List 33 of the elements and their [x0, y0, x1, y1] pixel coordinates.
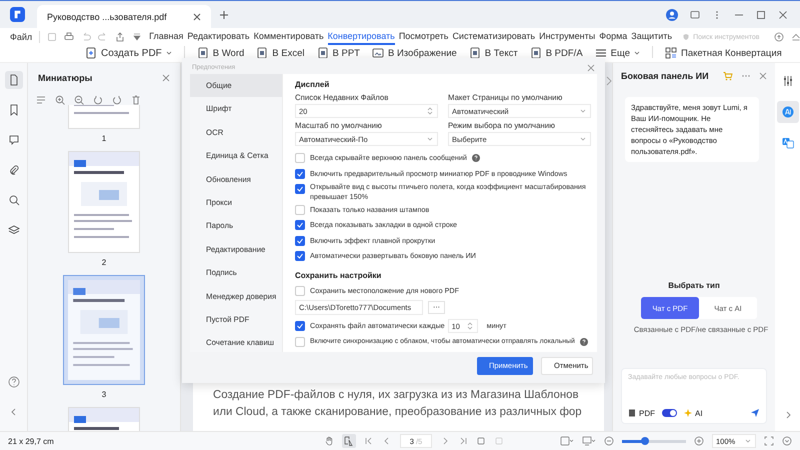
page-number: 3	[102, 390, 106, 399]
convert-button[interactable]: В PPT	[316, 46, 360, 60]
menu-tab[interactable]: Инструменты	[539, 29, 596, 45]
convert-button[interactable]: В Word	[196, 46, 244, 60]
menu-tab[interactable]: Форма	[599, 29, 628, 45]
section-title: Сохранить настройки	[295, 270, 382, 280]
page-number: 2	[102, 258, 106, 267]
menu-tab[interactable]: Комментировать	[254, 29, 324, 45]
page-number: 1	[102, 134, 106, 143]
convert-button[interactable]: В PDF/A	[530, 46, 583, 60]
create-pdf-button[interactable]: Создать PDF	[85, 46, 172, 60]
menu-tab[interactable]: Посмотреть	[398, 29, 448, 45]
menu-tab[interactable]: Конвертировать	[328, 29, 395, 45]
choose-type-label: Выбрать тип	[668, 281, 720, 290]
more-button[interactable]: Еще	[594, 46, 640, 60]
page-size-label: 21 x 29,7 cm	[8, 436, 55, 446]
panel-title: Боковая панель ИИ	[621, 71, 710, 81]
file-menu[interactable]: Файл	[10, 32, 32, 42]
convert-button[interactable]: В Изображение	[372, 46, 457, 60]
menu-tab[interactable]: Редактировать	[187, 29, 250, 45]
menu-tab[interactable]: Главная	[149, 29, 184, 45]
pdf-label: PDF	[639, 408, 655, 418]
menu-tab[interactable]: Защитить	[631, 29, 672, 45]
section-title: Дисплей	[295, 80, 330, 89]
convert-button[interactable]: В Текст	[468, 46, 518, 60]
batch-convert-button[interactable]: Пакетная Конвертация	[665, 46, 782, 60]
document-tab[interactable]: Руководство ...ьзователя.pdf	[37, 4, 211, 28]
document-text: Создание PDF-файлов с нуля, их загрузка из из Магазина Шаблонов	[213, 388, 580, 403]
ai-label: AI	[695, 408, 703, 418]
panel-title: Миниатюры	[38, 73, 92, 83]
menu-tab[interactable]: Систематизировать	[452, 29, 536, 45]
document-text: или Cloud, а также сканирование, преобразование из различных фор	[213, 405, 583, 420]
convert-button[interactable]: В Excel	[256, 46, 305, 60]
